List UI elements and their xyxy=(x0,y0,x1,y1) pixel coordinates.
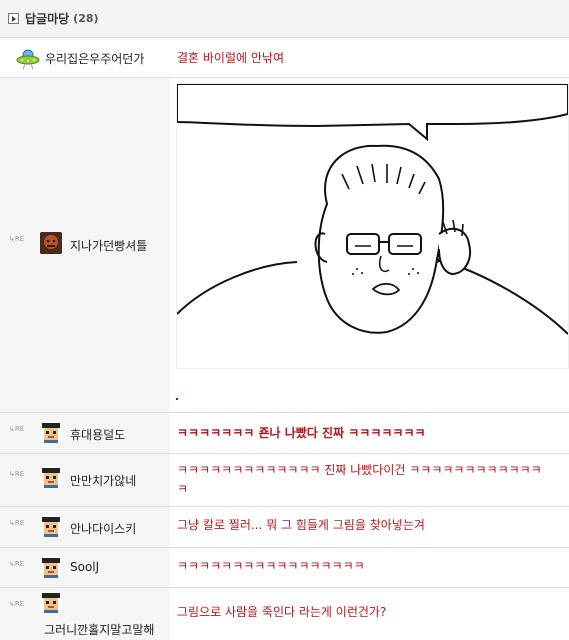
comment-row: ↳RE SoolJ ㅋㅋㅋㅋㅋㅋㅋㅋㅋㅋㅋㅋㅋㅋㅋㅋㅋ xyxy=(0,548,569,588)
comment-row: ↳RE 만만치가않네 ㅋㅋㅋㅋㅋㅋㅋㅋㅋㅋㅋㅋㅋ 진짜 나빴다이건 ㅋㅋㅋㅋㅋㅋ… xyxy=(0,454,569,507)
comment-text: ㅋㅋㅋㅋㅋㅋㅋ 죤나 나빴다 진짜 ㅋㅋㅋㅋㅋㅋㅋ xyxy=(177,426,426,440)
comment-author[interactable]: 안나다이스키 xyxy=(70,520,136,537)
comment-author[interactable]: 그러니깐홀지말고말해 xyxy=(44,621,154,638)
ufo-avatar-icon xyxy=(16,46,40,70)
comment-text-line2: ㅋ xyxy=(177,482,189,496)
comment-text: 결혼 바이럴에 안낚여 xyxy=(177,51,284,65)
comment-row: ↳RE 그러니깐홀지말고말해 그림으로 사람을 죽인다 라는게 이런건가? xyxy=(0,588,569,640)
comments-header: 답글마당 (28) xyxy=(0,0,569,38)
pixel-avatar-icon xyxy=(40,556,62,578)
comments-title: 답글마당 xyxy=(25,12,70,26)
reply-arrow-icon: ↳RE xyxy=(9,425,25,433)
comment-author[interactable]: 만만치가않네 xyxy=(70,472,136,489)
photo-avatar-icon xyxy=(40,232,62,254)
reply-arrow-icon: ↳RE xyxy=(9,600,25,608)
comments-count: (28) xyxy=(73,12,99,25)
comment-author[interactable]: SoolJ xyxy=(70,560,99,574)
comment-author[interactable]: 지나가던빵셔틀 xyxy=(70,237,147,254)
comment-row: ↳RE 휴대용덜도 ㅋㅋㅋㅋㅋㅋㅋ 죤나 나빴다 진짜 ㅋㅋㅋㅋㅋㅋㅋ xyxy=(0,413,569,454)
comment-text: ㅋㅋㅋㅋㅋㅋㅋㅋㅋㅋㅋㅋㅋㅋㅋㅋㅋ xyxy=(177,559,365,573)
comment-author[interactable]: 휴대용덜도 xyxy=(70,426,125,443)
reply-arrow-icon: ↳RE xyxy=(9,470,25,478)
expand-toggle-icon[interactable] xyxy=(8,13,19,24)
comic-image xyxy=(176,83,569,369)
comment-text: 그냥 칼로 찔러... 뭐 그 힘들게 그림을 찾아넣는겨 xyxy=(177,518,425,532)
reply-arrow-icon: ↳RE xyxy=(9,235,25,243)
reply-arrow-icon: ↳RE xyxy=(9,560,25,568)
image-dot xyxy=(176,398,178,400)
comment-author[interactable]: 우리집은우주어던가 xyxy=(45,50,144,67)
comment-row: ↳RE 지나가던빵셔틀 xyxy=(0,78,569,413)
comment-text: 그림으로 사람을 죽인다 라는게 이런건가? xyxy=(177,605,387,619)
pixel-avatar-icon xyxy=(40,515,62,537)
comment-row: ↳RE 안나다이스키 그냥 칼로 찔러... 뭐 그 힘들게 그림을 찾아넣는겨 xyxy=(0,507,569,548)
pixel-avatar-icon xyxy=(40,591,62,613)
comment-text: ㅋㅋㅋㅋㅋㅋㅋㅋㅋㅋㅋㅋㅋ 진짜 나빴다이건 ㅋㅋㅋㅋㅋㅋㅋㅋㅋㅋㅋㅋ xyxy=(177,463,542,477)
reply-arrow-icon: ↳RE xyxy=(9,519,25,527)
pixel-avatar-icon xyxy=(40,466,62,488)
pixel-avatar-icon xyxy=(40,421,62,443)
comment-row: 우리집은우주어던가 결혼 바이럴에 안낚여 xyxy=(0,38,569,78)
